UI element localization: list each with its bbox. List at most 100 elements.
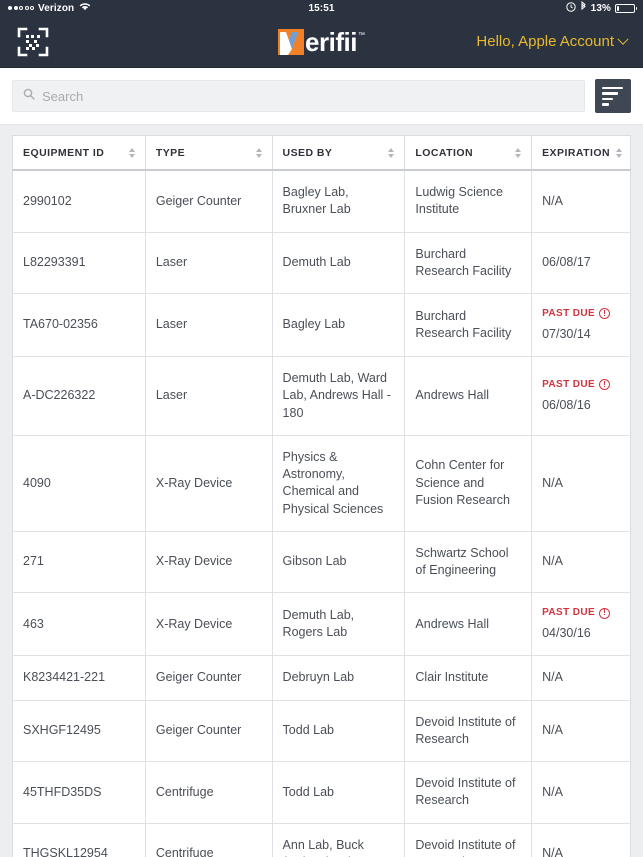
cell-expiration: PAST DUE! 06/08/16 [531,356,631,436]
search-toolbar: Search [0,68,643,125]
past-due-label: PAST DUE [542,607,596,619]
cell-type: X-Ray Device [145,530,273,593]
table-row[interactable]: 45THFD35DS Centrifuge Todd Lab Devoid Insti… [12,761,631,824]
account-menu-button[interactable]: Hello, Apple Account [476,33,629,50]
cell-type: Laser [145,356,273,436]
cell-type: X-Ray Device [145,434,273,532]
table-body: 2990102 Geiger Counter Bagley Lab, Bruxner… [12,170,631,857]
column-header-type[interactable]: TYPE [145,135,273,171]
cell-equipment-id: K8234421-221 [12,655,146,701]
table-row[interactable]: 463 X-Ray Device Demuth Lab, Rogers Lab And… [12,592,631,656]
cell-location: Burchard Research Facility [404,292,533,357]
column-label: LOCATION [415,147,474,159]
column-header-equipment-id[interactable]: EQUIPMENT ID [12,135,146,171]
cell-equipment-id: TA670-02356 [12,292,146,357]
cell-type: Laser [145,292,273,357]
table-row[interactable]: 2990102 Geiger Counter Bagley Lab, Bruxner… [12,170,631,232]
search-input[interactable]: Search [12,80,585,112]
column-label: EQUIPMENT ID [23,147,105,159]
cell-expiration: 06/08/17 [531,231,631,294]
cell-used-by: Gibson Lab [272,530,406,593]
column-header-used-by[interactable]: USED BY [272,135,406,171]
status-bar-left: Verizon [8,2,91,14]
table-row[interactable]: A-DC226322 Laser Demuth Lab, Ward Lab, And… [12,356,631,436]
column-label: EXPIRATION [542,147,610,159]
alarm-icon [565,1,576,15]
cell-location: Andrews Hall [404,592,533,656]
cell-location: Ludwig Science Institute [404,170,533,232]
cell-location: Burchard Research Facility [404,231,533,294]
cell-location: Cohn Center for Science and Fusion Resea… [404,434,533,532]
search-placeholder-text: Search [42,88,84,104]
ios-status-bar: Verizon 15:51 13% [0,0,643,16]
cell-type: Geiger Counter [145,655,273,701]
column-label: TYPE [155,147,186,159]
cell-equipment-id: SXHGF12495 [12,699,146,762]
cell-equipment-id: 463 [12,592,146,656]
cell-used-by: Todd Lab [272,699,406,762]
account-label: Hello, Apple Account [476,33,614,50]
past-due-badge: PAST DUE! [542,606,620,620]
sort-toggle-icon[interactable] [616,148,622,158]
cell-equipment-id: 4090 [12,434,146,532]
cell-location: Clair Institute [404,655,533,701]
table-row[interactable]: TA670-02356 Laser Bagley Lab Burchard Resea… [12,292,631,357]
battery-icon [615,3,637,13]
cell-expiration: N/A [531,822,631,857]
search-icon [23,87,35,105]
table-header: EQUIPMENT ID TYPE USED BY LOCATION EXPIR… [12,135,631,171]
expiration-date: 04/30/16 [542,626,591,641]
cell-expiration: N/A [531,655,631,701]
table-row[interactable]: 271 X-Ray Device Gibson Lab Schwartz School… [12,530,631,593]
column-label: USED BY [282,147,333,159]
sort-toggle-icon[interactable] [388,148,395,158]
chevron-down-icon [617,33,629,45]
cell-equipment-id: 2990102 [12,170,146,232]
sort-toggle-icon[interactable] [128,148,135,158]
cell-equipment-id: L82293391 [12,231,146,294]
cell-location: Schwartz School of Engineering [404,530,533,593]
cell-location: Devoid Institute of Research [404,699,533,762]
wifi-icon [79,2,91,14]
qr-scanner-icon[interactable] [16,25,50,59]
table-row[interactable]: THGSKL12954CentrifugeAnn Lab, Buck (Hele… [12,822,631,857]
cell-type: Laser [145,231,273,294]
table-row[interactable]: K8234421-221 Geiger Counter Debruyn Lab Cla… [12,655,631,701]
cell-expiration: N/A [531,434,631,532]
table-row[interactable]: 4090 X-Ray Device Physics & Astronomy, Che… [12,434,631,532]
battery-percent-label: 13% [590,2,611,14]
table-row[interactable]: SXHGF12495 Geiger Counter Todd Lab Devoid I… [12,699,631,762]
carrier-label: Verizon [38,2,75,14]
cell-used-by: Demuth Lab, Rogers Lab [272,592,406,656]
cell-expiration: N/A [531,699,631,762]
cell-used-by: Bagley Lab [272,292,406,357]
cell-used-by: Physics & Astronomy, Chemical and Physic… [272,434,406,532]
warning-circle-icon: ! [599,308,611,320]
sort-toggle-icon[interactable] [255,148,262,158]
cell-type: Centrifuge [145,761,273,824]
bluetooth-icon [580,0,587,15]
cell-equipment-id: 45THFD35DS [12,761,146,824]
column-header-expiration[interactable]: EXPIRATION [531,135,631,171]
equipment-table-container[interactable]: EQUIPMENT ID TYPE USED BY LOCATION EXPIR… [0,125,643,857]
filter-sort-button[interactable] [595,79,631,113]
cell-used-by: Todd Lab [272,761,406,824]
cell-type: Geiger Counter [145,699,273,762]
cell-expiration: N/A [531,530,631,593]
sort-toggle-icon[interactable] [515,148,522,158]
cell-location: Andrews Hall [404,356,533,436]
cell-expiration: N/A [542,193,563,208]
cell-expiration: PAST DUE! 04/30/16 [531,592,631,656]
warning-circle-icon: ! [599,379,611,391]
cell-type: X-Ray Device [145,592,273,656]
table-row[interactable]: L82293391 Laser Demuth Lab Burchard Researc… [12,231,631,294]
cell-expiration: N/A [531,761,631,824]
cell-used-by: Debruyn Lab [272,655,406,701]
column-header-location[interactable]: LOCATION [404,135,533,171]
status-bar-right: 13% [565,0,637,15]
cell-expiration: PAST DUE! 07/30/14 [531,292,631,357]
cell-used-by: Bagley Lab, Bruxner Lab [272,170,406,232]
logo-trademark: ™ [357,31,365,39]
past-due-badge: PAST DUE! [542,378,620,392]
app-header: erifii ™ Hello, Apple Account [0,16,643,68]
